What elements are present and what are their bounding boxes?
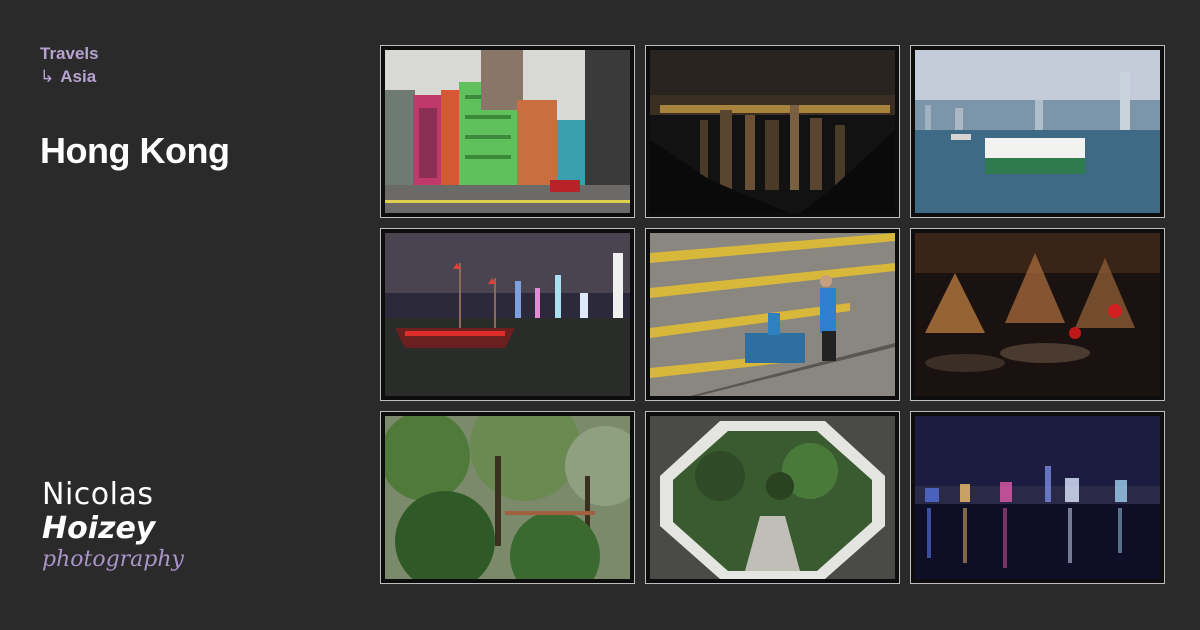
logo-last-name: Hoizey [42,511,156,546]
photo-thumbnail-8[interactable] [645,411,900,584]
photo-night-peak [650,50,895,213]
breadcrumb: Travels ↳ Asia [40,42,99,88]
photo-thumbnail-5[interactable] [645,228,900,401]
photo-street-buildings [385,50,630,213]
site-logo[interactable]: Nicolas Hoizey photography [42,478,202,574]
photo-thumbnail-7[interactable] [380,411,635,584]
photo-harbour-reflections [915,416,1160,579]
photo-star-ferry [915,50,1160,213]
breadcrumb-link-asia[interactable]: ↳ Asia [40,65,99,88]
logo-tagline: photography [42,547,184,572]
return-arrow-icon: ↳ [40,67,55,86]
breadcrumb-current-label: Asia [60,67,97,86]
photo-grid [380,45,1165,584]
photo-thumbnail-6[interactable] [910,228,1165,401]
photo-junk-boat [385,233,630,396]
photo-gas-cylinders [650,233,895,396]
logo-first-name: Nicolas [42,477,154,512]
photo-thumbnail-2[interactable] [645,45,900,218]
photo-incense-coils [915,233,1160,396]
breadcrumb-link-travels[interactable]: Travels [40,42,99,65]
photo-garden-gate [650,416,895,579]
photo-thumbnail-9[interactable] [910,411,1165,584]
page-title: Hong Kong [40,130,230,171]
photo-thumbnail-1[interactable] [380,45,635,218]
photo-thumbnail-4[interactable] [380,228,635,401]
page: Travels ↳ Asia Hong Kong Nicolas Hoizey p… [0,0,1200,630]
photo-thumbnail-3[interactable] [910,45,1165,218]
photo-green-trees [385,416,630,579]
